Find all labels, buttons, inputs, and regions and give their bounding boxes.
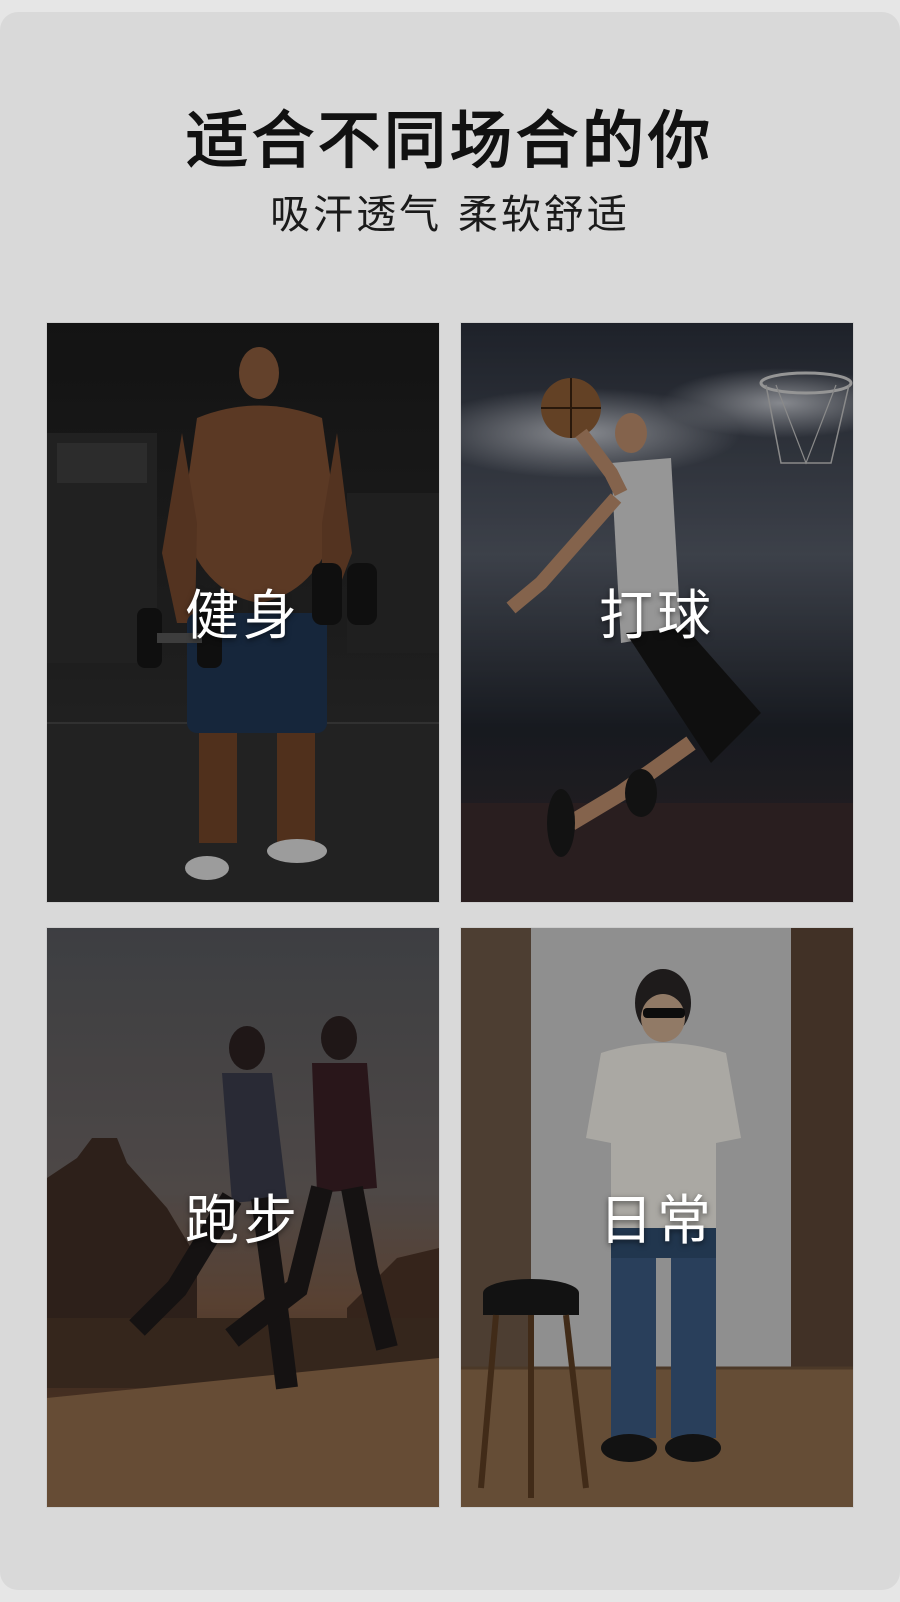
tile-label: 跑步 bbox=[185, 1189, 301, 1252]
scene-tile-fitness[interactable]: 健身 bbox=[47, 323, 439, 902]
page-title: 适合不同场合的你 bbox=[185, 104, 714, 177]
tile-label: 健身 bbox=[185, 584, 301, 647]
page-subtitle: 吸汗透气 柔软舒适 bbox=[270, 192, 630, 238]
scene-tile-running[interactable]: 跑步 bbox=[47, 928, 439, 1507]
tile-label: 日常 bbox=[599, 1189, 715, 1252]
tile-label: 打球 bbox=[599, 584, 715, 647]
scene-tile-basketball[interactable]: 打球 bbox=[461, 323, 853, 902]
scene-tile-daily[interactable]: 日常 bbox=[461, 928, 853, 1507]
